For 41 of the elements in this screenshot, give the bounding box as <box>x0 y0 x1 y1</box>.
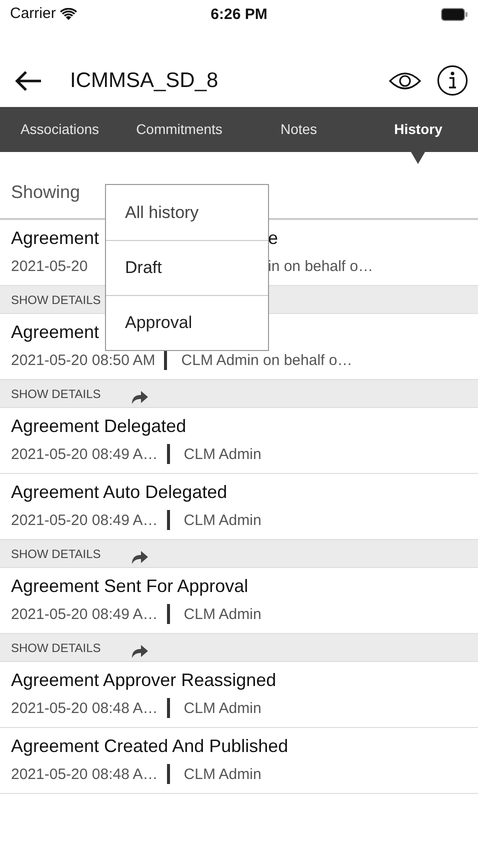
entry-author: CLM Admin on behalf o… <box>181 351 352 371</box>
entry-date: 2021-05-20 08:48 A… <box>11 765 158 785</box>
entry-date: 2021-05-20 08:50 AM <box>11 351 156 371</box>
entry-date: 2021-05-20 08:49 A… <box>11 511 158 531</box>
entry-author: CLM Admin <box>184 765 262 785</box>
entry-author: CLM Admin <box>184 699 262 719</box>
show-details-link[interactable]: SHOW DETAILS <box>11 638 101 656</box>
tab[interactable]: Associations <box>0 107 120 152</box>
entry-author: CLM Admin <box>184 445 262 465</box>
entry-title: Agreement Delegated <box>11 415 188 438</box>
tab[interactable]: Commitments <box>120 107 239 152</box>
show-details-link[interactable]: SHOW DETAILS <box>11 384 101 402</box>
entry-title: Agreement Approver Reassigned <box>11 669 278 692</box>
entry-date: 2021-05-20 08:48 A… <box>11 699 158 719</box>
entry-title: Agreement Auto Delegated <box>11 481 228 504</box>
back-icon[interactable] <box>14 70 42 92</box>
entry-date: 2021-05-20 08:49 A… <box>11 605 158 625</box>
status-time: 6:26 PM <box>210 6 268 23</box>
share-arrow-icon[interactable] <box>130 390 148 404</box>
entry-author: CLM Admin <box>184 511 262 531</box>
entry-title: e <box>268 227 278 250</box>
eye-icon[interactable] <box>389 70 421 90</box>
wifi-icon <box>60 8 77 20</box>
entry-title: Agreement <box>11 227 100 250</box>
carrier-label: Carrier <box>10 4 56 24</box>
entry-title: Agreement <box>11 321 100 344</box>
entry-date: 2021-05-20 <box>11 257 88 277</box>
info-icon[interactable] <box>437 65 468 96</box>
show-details-link[interactable]: SHOW DETAILS <box>11 290 101 308</box>
share-arrow-icon[interactable] <box>130 550 148 564</box>
entry-author: CLM Admin <box>184 605 262 625</box>
entry-author: in on behalf o… <box>268 257 374 277</box>
screen-title: ICMMSA_SD_8 <box>70 68 220 94</box>
share-arrow-icon[interactable] <box>130 644 148 658</box>
battery-icon <box>441 8 468 20</box>
tab[interactable]: History <box>358 107 478 152</box>
entry-date: 2021-05-20 08:49 A… <box>11 445 158 465</box>
tab[interactable]: Notes <box>239 107 358 152</box>
show-details-link[interactable]: SHOW DETAILS <box>11 544 101 562</box>
entry-title: Agreement Created And Published <box>11 735 290 758</box>
entry-title: Agreement Sent For Approval <box>11 575 250 598</box>
